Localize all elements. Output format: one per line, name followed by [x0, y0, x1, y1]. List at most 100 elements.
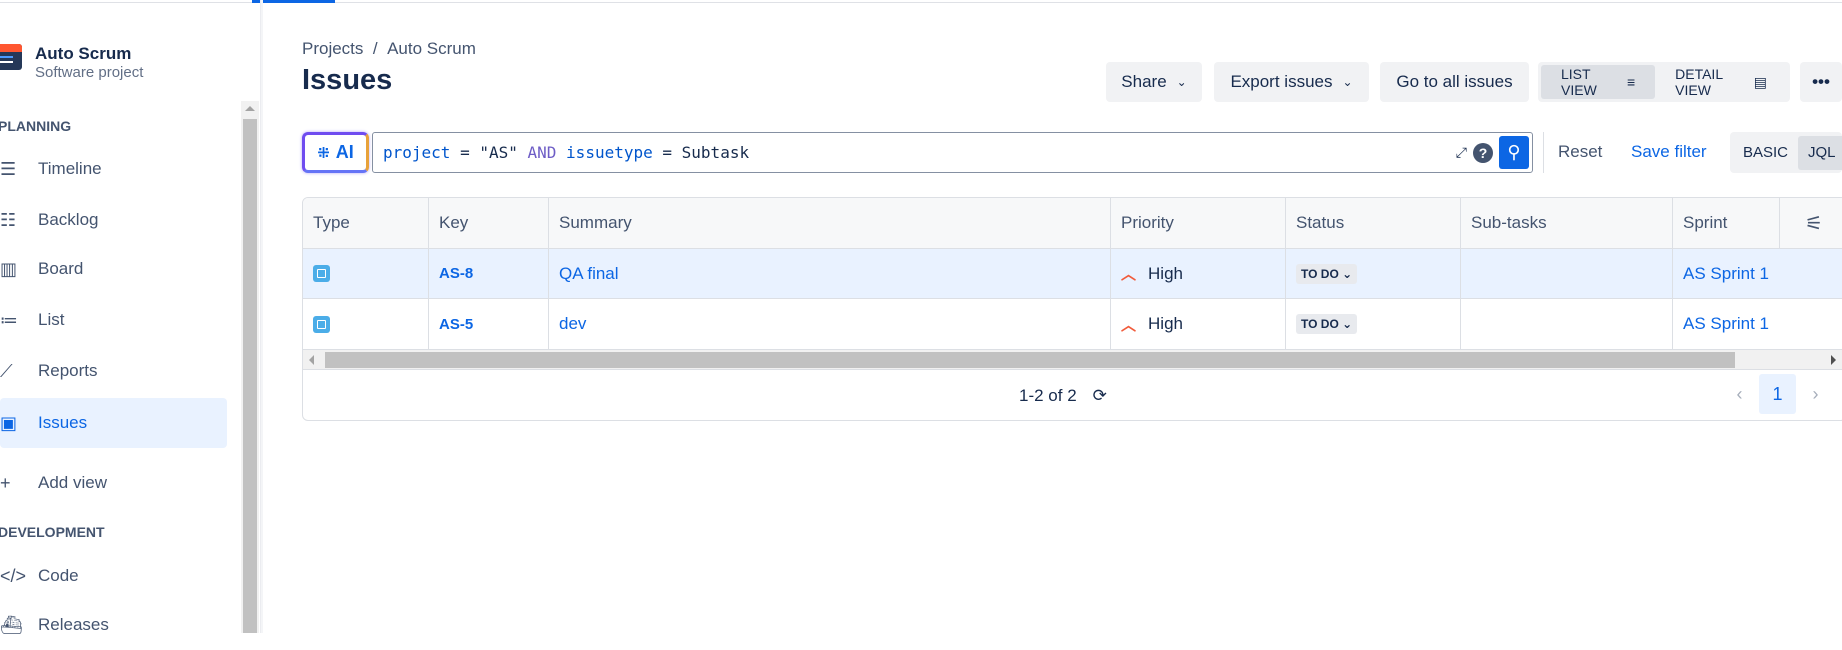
sidebar-item-label: Releases	[38, 615, 109, 634]
ai-button[interactable]: ⁜ AI	[302, 132, 369, 173]
plus-icon: +	[0, 472, 11, 493]
chevron-down-icon: ⌄	[1342, 266, 1353, 281]
jql-field: issuetype	[566, 143, 653, 162]
sidebar-item-reports[interactable]: ⟋ Reports	[0, 346, 227, 396]
sidebar-item-label: Reports	[38, 361, 98, 380]
divider	[1543, 132, 1544, 173]
sidebar-item-issues[interactable]: ▣ Issues	[0, 398, 227, 448]
share-button[interactable]: Share ⌄	[1106, 62, 1202, 102]
column-header-type[interactable]: Type	[303, 198, 429, 248]
help-icon[interactable]: ?	[1473, 142, 1493, 163]
sidebar-item-label: Add view	[38, 473, 107, 492]
scrollbar-thumb[interactable]	[243, 119, 257, 633]
jql-mode-button[interactable]: JQL	[1798, 135, 1842, 170]
sidebar-divider[interactable]	[261, 0, 263, 633]
sidebar-item-label: Board	[38, 259, 84, 278]
ai-label: AI	[335, 142, 354, 162]
sidebar: Auto Scrum Software project PLANNING ☰ Ti…	[0, 0, 261, 635]
scroll-right-arrow-icon[interactable]	[1831, 355, 1836, 365]
detail-view-button[interactable]: DETAIL VIEW ▤	[1655, 65, 1787, 99]
table-horizontal-scrollbar[interactable]	[303, 350, 1842, 370]
refresh-icon[interactable]: ⟳	[1093, 386, 1107, 406]
column-header-summary[interactable]: Summary	[549, 198, 1111, 248]
key-cell: AS-5	[429, 299, 549, 349]
save-filter-button[interactable]: Save filter	[1631, 142, 1707, 162]
export-issues-button[interactable]: Export issues ⌄	[1214, 62, 1369, 102]
breadcrumb-separator: /	[372, 39, 378, 58]
previous-page-button[interactable]: ‹	[1721, 374, 1758, 414]
sidebar-item-label: Issues	[38, 413, 88, 432]
next-page-button[interactable]: ›	[1797, 374, 1834, 414]
sidebar-item-add-view[interactable]: + Add view	[0, 458, 227, 508]
issue-summary-link[interactable]: QA final	[559, 264, 619, 284]
jql-value: Subtask	[681, 143, 750, 162]
project-name[interactable]: Auto Scrum	[35, 44, 131, 64]
view-toggle: LIST VIEW ≡ DETAIL VIEW ▤	[1538, 62, 1790, 102]
board-icon: ▥	[0, 258, 18, 279]
ai-sparkle-icon: ⁜	[317, 144, 330, 162]
section-development: DEVELOPMENT	[0, 524, 105, 540]
column-header-sprint[interactable]: Sprint	[1673, 198, 1780, 248]
priority-cell: ︿ High	[1111, 299, 1286, 349]
sprint-cell: AS Sprint 1	[1673, 299, 1842, 349]
jql-value: "AS"	[479, 143, 518, 162]
page-1-button[interactable]: 1	[1759, 374, 1796, 414]
type-cell	[303, 249, 429, 298]
status-cell: TO DO ⌄	[1286, 249, 1461, 298]
sidebar-item-timeline[interactable]: ☰ Timeline	[0, 144, 227, 194]
jql-operator: =	[450, 143, 480, 162]
column-header-priority[interactable]: Priority	[1111, 198, 1286, 248]
issue-key-link[interactable]: AS-5	[439, 316, 473, 333]
sidebar-scrollbar[interactable]	[241, 101, 259, 633]
column-header-status[interactable]: Status	[1286, 198, 1461, 248]
issue-summary-link[interactable]: dev	[559, 314, 586, 334]
summary-cell: QA final	[549, 249, 1111, 298]
breadcrumb: Projects / Auto Scrum	[302, 39, 476, 59]
status-dropdown[interactable]: TO DO ⌄	[1296, 263, 1358, 284]
sidebar-item-releases[interactable]: ⛴ Releases	[0, 600, 227, 650]
table-row[interactable]: AS-5 dev ︿ High TO DO ⌄ AS Sprint 1	[303, 299, 1842, 350]
search-button[interactable]: ⚲	[1499, 136, 1529, 169]
list-icon: ≔	[0, 309, 18, 330]
breadcrumb-projects[interactable]: Projects	[302, 39, 363, 58]
scroll-up-arrow-icon[interactable]	[245, 106, 255, 111]
subtask-icon	[313, 315, 330, 333]
more-actions-button[interactable]: •••	[1800, 62, 1842, 102]
releases-icon: ⛴	[0, 614, 23, 635]
reset-button[interactable]: Reset	[1558, 142, 1602, 162]
jql-keyword: AND	[517, 143, 567, 162]
expand-icon[interactable]: ⤢	[1456, 145, 1467, 161]
timeline-icon: ☰	[0, 158, 17, 179]
breadcrumb-project[interactable]: Auto Scrum	[387, 39, 476, 58]
sprint-link[interactable]: AS Sprint 1	[1683, 314, 1769, 334]
share-label: Share	[1121, 72, 1167, 91]
column-header-key[interactable]: Key	[429, 198, 549, 248]
subtasks-cell	[1461, 249, 1673, 298]
section-planning: PLANNING	[0, 118, 72, 134]
basic-mode-button[interactable]: BASIC	[1733, 136, 1798, 170]
column-header-subtasks[interactable]: Sub-tasks	[1461, 198, 1673, 248]
sprint-cell: AS Sprint 1	[1673, 249, 1842, 298]
go-to-all-issues-button[interactable]: Go to all issues	[1380, 62, 1529, 102]
sidebar-item-list[interactable]: ≔ List	[0, 295, 227, 345]
scrollbar-thumb[interactable]	[325, 352, 1735, 368]
table-header: Type Key Summary Priority Status Sub-tas…	[303, 198, 1842, 249]
subtask-icon	[313, 265, 330, 282]
type-cell	[303, 299, 429, 349]
column-settings-icon[interactable]: ⚟	[1780, 198, 1842, 248]
issue-key-link[interactable]: AS-8	[439, 265, 473, 282]
sidebar-item-backlog[interactable]: ☷ Backlog	[0, 195, 227, 245]
sidebar-item-board[interactable]: ▥ Board	[0, 244, 227, 294]
reports-icon: ⟋	[0, 360, 13, 381]
chevron-down-icon: ⌄	[1342, 317, 1353, 331]
priority-high-icon: ︿	[1121, 316, 1137, 334]
scroll-left-arrow-icon[interactable]	[309, 355, 314, 365]
list-view-button[interactable]: LIST VIEW ≡	[1541, 65, 1656, 99]
table-row[interactable]: AS-8 QA final ︿ High TO DO ⌄ AS Sprint 1	[303, 249, 1842, 299]
status-dropdown[interactable]: TO DO ⌄	[1296, 314, 1358, 334]
jql-input[interactable]: project = "AS" AND issuetype = Subtask ⤢…	[372, 132, 1533, 173]
sprint-link[interactable]: AS Sprint 1	[1683, 264, 1769, 284]
project-type: Software project	[35, 64, 144, 81]
sidebar-item-code[interactable]: </> Code	[0, 551, 227, 601]
priority-label: High	[1148, 314, 1183, 333]
